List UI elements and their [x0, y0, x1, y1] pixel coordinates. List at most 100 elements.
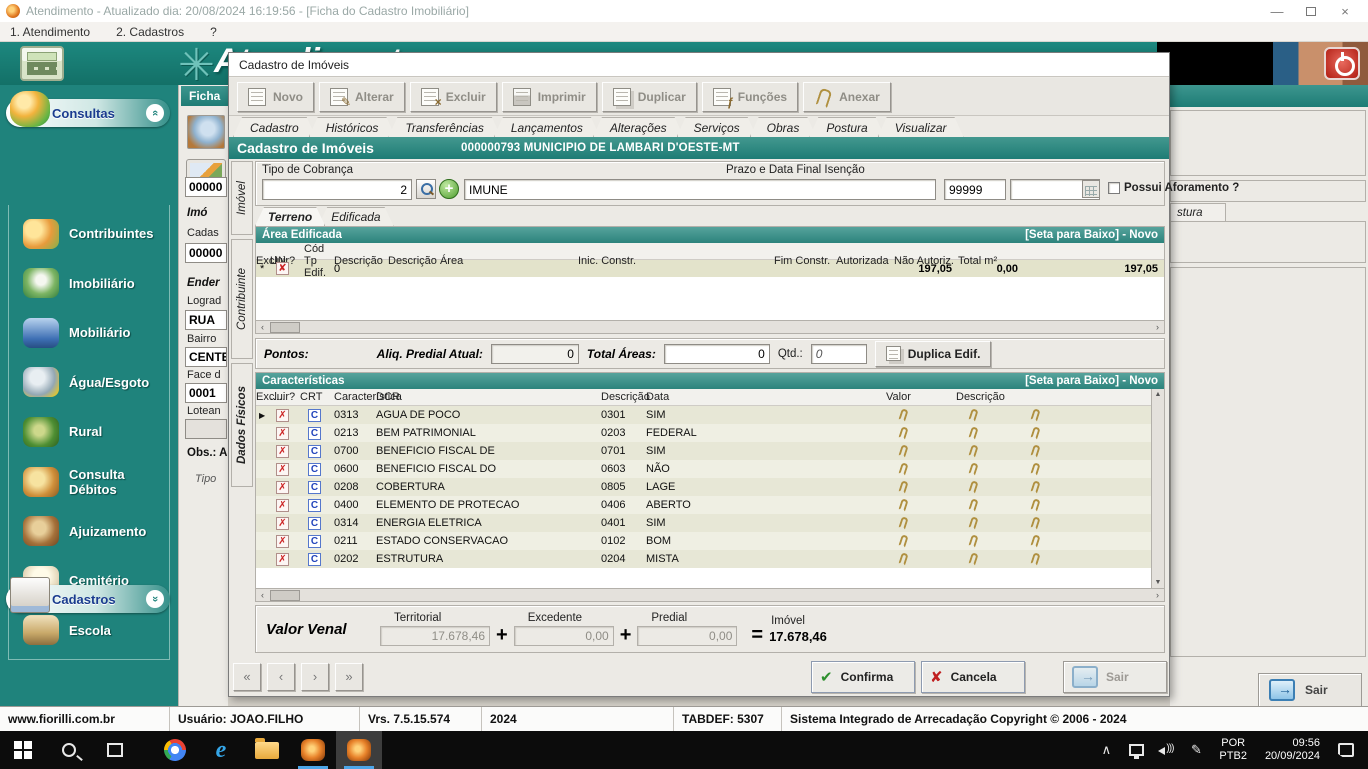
valor-clip-icon[interactable] — [968, 498, 978, 512]
duplica-edif-button[interactable]: Duplica Edif. — [875, 341, 992, 367]
descricao-clip-icon[interactable] — [1030, 444, 1040, 458]
data-clip-icon[interactable] — [898, 480, 908, 494]
loteamento-field[interactable] — [185, 419, 227, 439]
aliq-field[interactable]: 0 — [491, 344, 579, 364]
caracteristicas-horizontal-scrollbar[interactable]: ‹ › — [256, 588, 1164, 601]
valor-clip-icon[interactable] — [968, 408, 978, 422]
dialog-tab[interactable]: Cadastro — [233, 117, 316, 137]
total-areas-field[interactable]: 0 — [664, 344, 770, 364]
delete-row-icon[interactable]: ✗ — [276, 445, 289, 458]
c-icon[interactable]: C — [308, 427, 321, 440]
tab-postura-partial[interactable]: stura — [1170, 203, 1226, 221]
chrome-button[interactable] — [152, 731, 198, 769]
tab-ficha[interactable]: Ficha — [181, 86, 228, 106]
prev-record-icon[interactable]: ‹ — [267, 663, 295, 691]
caracteristica-row[interactable]: ✗ C 0700 BENEFICIO FISCAL DE 0701 SIM — [256, 442, 1151, 460]
dialog-tab[interactable]: Postura — [809, 117, 884, 137]
last-record-icon[interactable]: » — [335, 663, 363, 691]
toolbar-button[interactable]: Excluir — [410, 82, 497, 112]
data-clip-icon[interactable] — [898, 516, 908, 530]
tray-chevron-icon[interactable]: ∧ — [1093, 731, 1119, 769]
background-sair-button[interactable]: Sair — [1258, 673, 1362, 706]
scroll-left-icon[interactable]: ‹ — [256, 590, 269, 600]
sidebar-item[interactable]: Contribuintes — [9, 219, 169, 249]
scroll-down-icon[interactable]: ▼ — [1155, 579, 1162, 586]
valor-clip-icon[interactable] — [968, 480, 978, 494]
sidebar-item[interactable]: Mobiliário — [9, 318, 169, 348]
qtd-field[interactable]: 0 — [811, 344, 867, 364]
descricao-clip-icon[interactable] — [1030, 480, 1040, 494]
side-tab-contribuinte[interactable]: Contribuinte — [231, 239, 253, 359]
descricao-clip-icon[interactable] — [1030, 408, 1040, 422]
sidebar-item[interactable]: Imobiliário — [9, 268, 169, 298]
sub-tab[interactable]: Edificada — [318, 207, 393, 226]
c-icon[interactable]: C — [308, 463, 321, 476]
sidebar-item[interactable]: Escola — [9, 615, 169, 645]
descricao-clip-icon[interactable] — [1030, 426, 1040, 440]
search-icon[interactable] — [416, 179, 436, 199]
data-clip-icon[interactable] — [898, 498, 908, 512]
c-icon[interactable]: C — [308, 553, 321, 566]
data-clip-icon[interactable] — [898, 534, 908, 548]
cadastro-field[interactable]: 00000 — [185, 243, 227, 263]
c-icon[interactable]: C — [308, 517, 321, 530]
dialog-tab[interactable]: Históricos — [309, 117, 396, 137]
delete-row-icon[interactable]: ✘ — [276, 262, 289, 275]
caracteristicas-vertical-scrollbar[interactable]: ▲ ▼ — [1151, 389, 1164, 588]
scroll-right-icon[interactable]: › — [1151, 590, 1164, 600]
volume-icon[interactable] — [1153, 731, 1179, 769]
toolbar-button[interactable]: Anexar — [803, 82, 891, 112]
menu-item[interactable]: ? — [210, 25, 217, 39]
sidebar-item[interactable]: Água/Esgoto — [9, 367, 169, 397]
toolbar-button[interactable]: Duplicar — [602, 82, 697, 112]
descricao-clip-icon[interactable] — [1030, 552, 1040, 566]
cobranca-descricao-field[interactable]: IMUNE — [464, 179, 936, 200]
scrollbar-thumb[interactable] — [270, 590, 300, 601]
fiorilli-app-button-active[interactable] — [336, 731, 382, 769]
sidebar-item[interactable]: Ajuizamento — [9, 516, 169, 546]
sidebar-group-consultas[interactable]: Consultas « — [6, 99, 170, 127]
bairro-field[interactable]: CENTE — [185, 347, 227, 367]
maximize-button[interactable] — [1294, 2, 1328, 20]
prazo-field[interactable]: 99999 — [944, 179, 1006, 200]
dialog-tab[interactable]: Serviços — [677, 117, 757, 137]
delete-row-icon[interactable]: ✗ — [276, 517, 289, 530]
toolbar-button[interactable]: Novo — [237, 82, 314, 112]
caracteristica-row[interactable]: ✗ C 0208 COBERTURA 0805 LAGE — [256, 478, 1151, 496]
delete-row-icon[interactable]: ✗ — [276, 481, 289, 494]
calendar-icon[interactable] — [1082, 180, 1100, 198]
clock[interactable]: 09:56 20/09/2024 — [1257, 737, 1328, 763]
caracteristica-row[interactable]: ✗ C 0400 ELEMENTO DE PROTECAO 0406 ABERT… — [256, 496, 1151, 514]
caracteristica-row[interactable]: ✗ C 0213 BEM PATRIMONIAL 0203 FEDERAL — [256, 424, 1151, 442]
dialog-tab[interactable]: Obras — [750, 117, 817, 137]
toolbar-button[interactable]: Imprimir — [502, 82, 597, 112]
side-tab-imovel[interactable]: Imóvel — [231, 161, 253, 235]
ie-button[interactable]: e — [198, 731, 244, 769]
descricao-clip-icon[interactable] — [1030, 462, 1040, 476]
scroll-left-icon[interactable]: ‹ — [256, 322, 269, 332]
c-icon[interactable]: C — [308, 481, 321, 494]
valor-clip-icon[interactable] — [968, 444, 978, 458]
delete-row-icon[interactable]: ✗ — [276, 535, 289, 548]
delete-row-icon[interactable]: ✗ — [276, 499, 289, 512]
caracteristica-row[interactable]: ✗ C 0202 ESTRUTURA 0204 MISTA — [256, 550, 1151, 568]
start-button[interactable] — [0, 731, 46, 769]
caracteristica-row[interactable]: ✗ C 0313 AGUA DE POCO 0301 SIM — [256, 406, 1151, 424]
close-button[interactable]: × — [1328, 2, 1362, 20]
taskbar-search-button[interactable] — [46, 731, 92, 769]
descricao-clip-icon[interactable] — [1030, 534, 1040, 548]
fiorilli-app-button[interactable] — [290, 731, 336, 769]
dialog-tab[interactable]: Alterações — [593, 117, 684, 137]
delete-row-icon[interactable]: ✗ — [276, 463, 289, 476]
cobranca-code-field[interactable]: 2 — [262, 179, 412, 200]
language-indicator[interactable]: POR PTB2 — [1213, 737, 1253, 763]
dialog-tab[interactable]: Lançamentos — [494, 117, 600, 137]
face-field[interactable]: 0001 — [185, 383, 227, 403]
sidebar-item[interactable]: Rural — [9, 417, 169, 447]
valor-clip-icon[interactable] — [968, 426, 978, 440]
explorer-button[interactable] — [244, 731, 290, 769]
scroll-up-icon[interactable]: ▲ — [1155, 391, 1162, 398]
c-icon[interactable]: C — [308, 409, 321, 422]
valor-clip-icon[interactable] — [968, 516, 978, 530]
stamp-icon[interactable] — [187, 115, 225, 149]
